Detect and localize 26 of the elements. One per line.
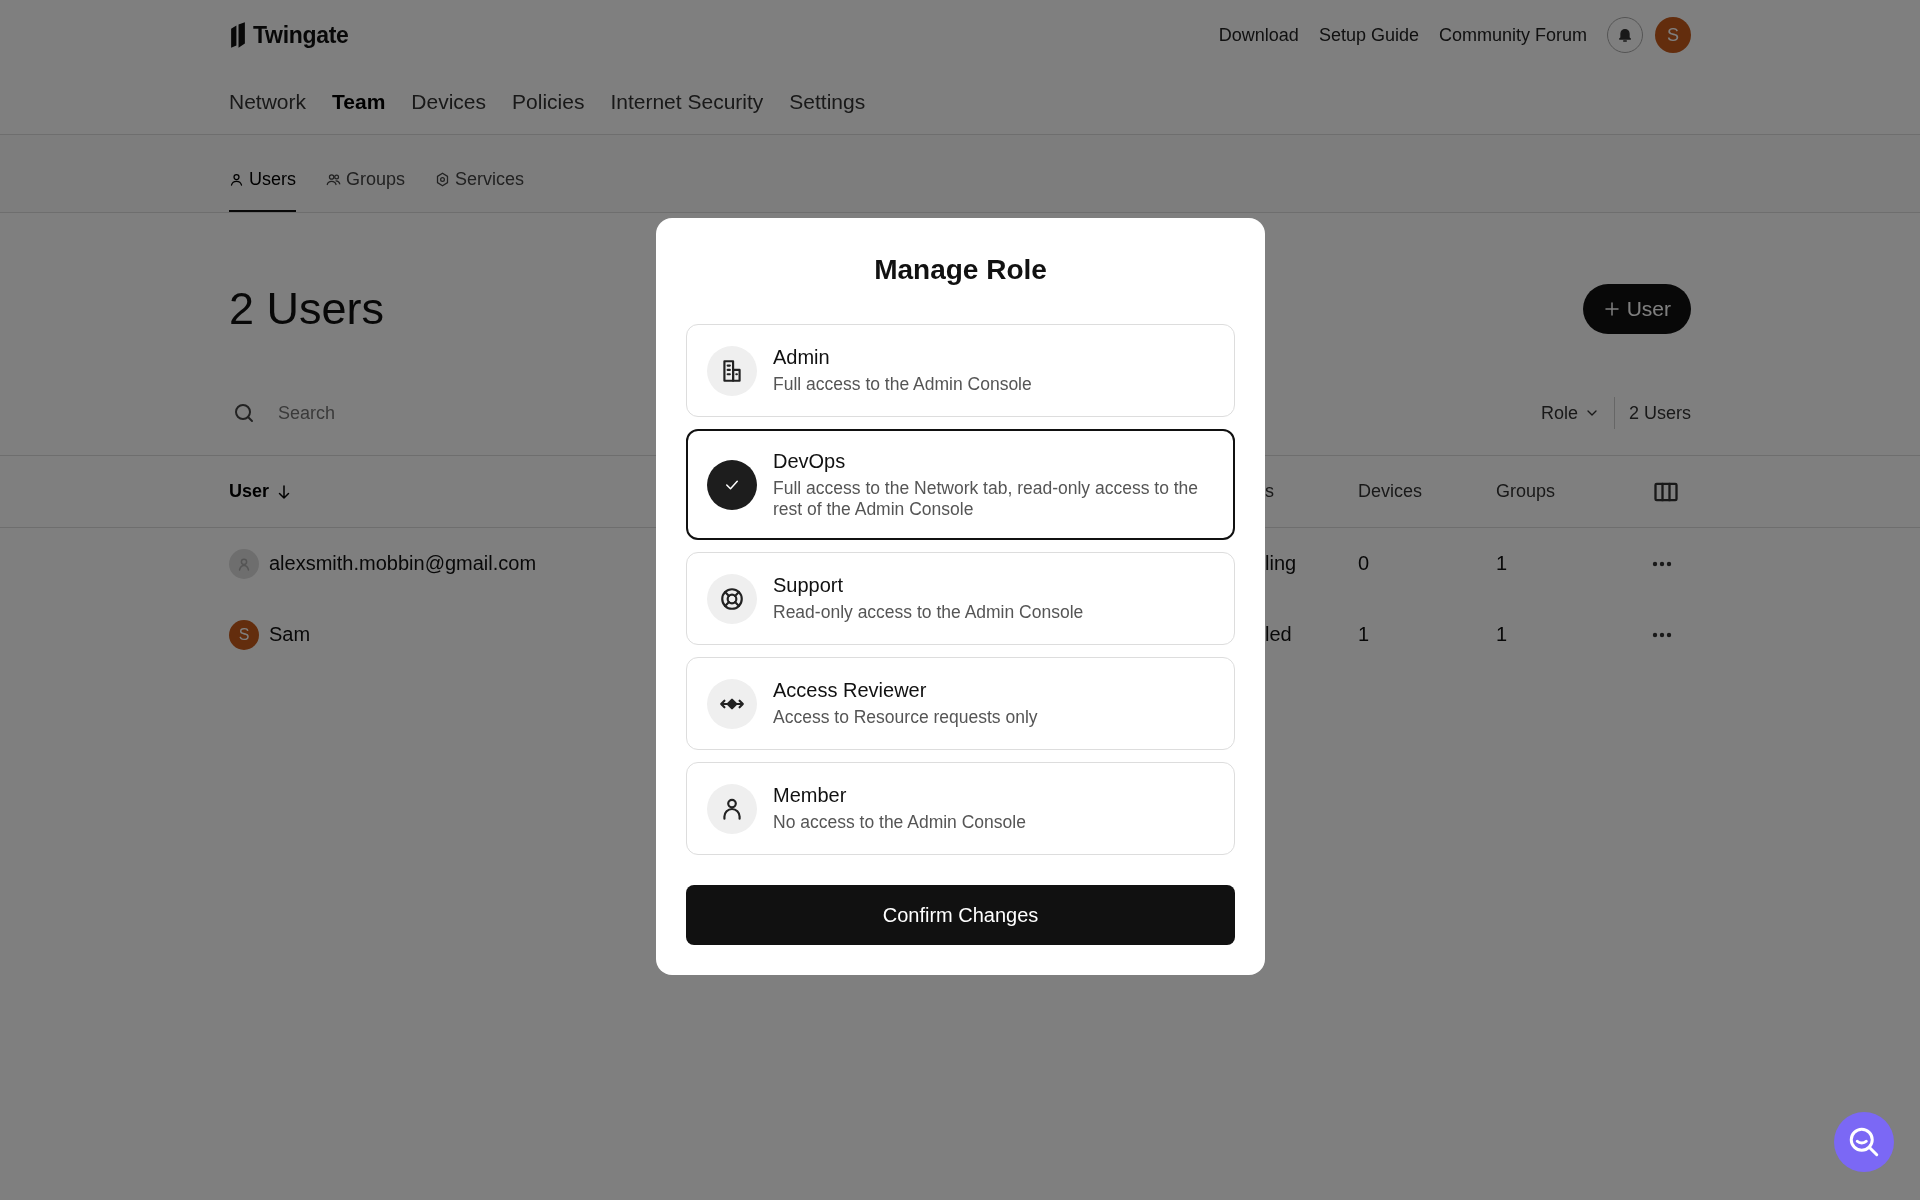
table-cell: ling	[1265, 552, 1297, 575]
table-cell: led	[1265, 623, 1292, 646]
table-cell: 0	[1358, 552, 1370, 575]
role-name: DevOps	[773, 449, 847, 473]
column-header: s	[1265, 481, 1275, 502]
role-name: Member	[773, 784, 848, 807]
role-name: Access Reviewer	[773, 679, 928, 702]
role-description: Full access to the Admin Console	[773, 374, 1032, 395]
role-description: Read-only access to the Admin Console	[773, 602, 1084, 623]
role-name: Admin	[773, 346, 831, 369]
brand-name: Twingate	[253, 21, 349, 49]
dialog-title: Manage Role	[873, 254, 1048, 286]
table-cell: 1	[1496, 623, 1508, 646]
user-avatar: S	[229, 619, 259, 650]
table-cell: 1	[1358, 623, 1370, 646]
role-name: Support	[773, 574, 845, 597]
user-count: 2 Users	[1629, 402, 1691, 424]
table-cell: alexsmith.mobbin@gmail.com	[269, 552, 537, 575]
role-description: No access to the Admin Console	[773, 812, 1026, 833]
role-description: Access to Resource requests only	[773, 707, 1038, 728]
column-header: Groups	[1496, 481, 1557, 502]
role-description: Full access to the Network tab, read-only access to the rest of the Admin Console	[773, 477, 1200, 520]
column-header: Devices	[1358, 481, 1424, 502]
table-cell: 1	[1496, 552, 1508, 575]
table-cell: Sam	[269, 623, 311, 646]
page-title: 2 Users	[229, 283, 385, 335]
